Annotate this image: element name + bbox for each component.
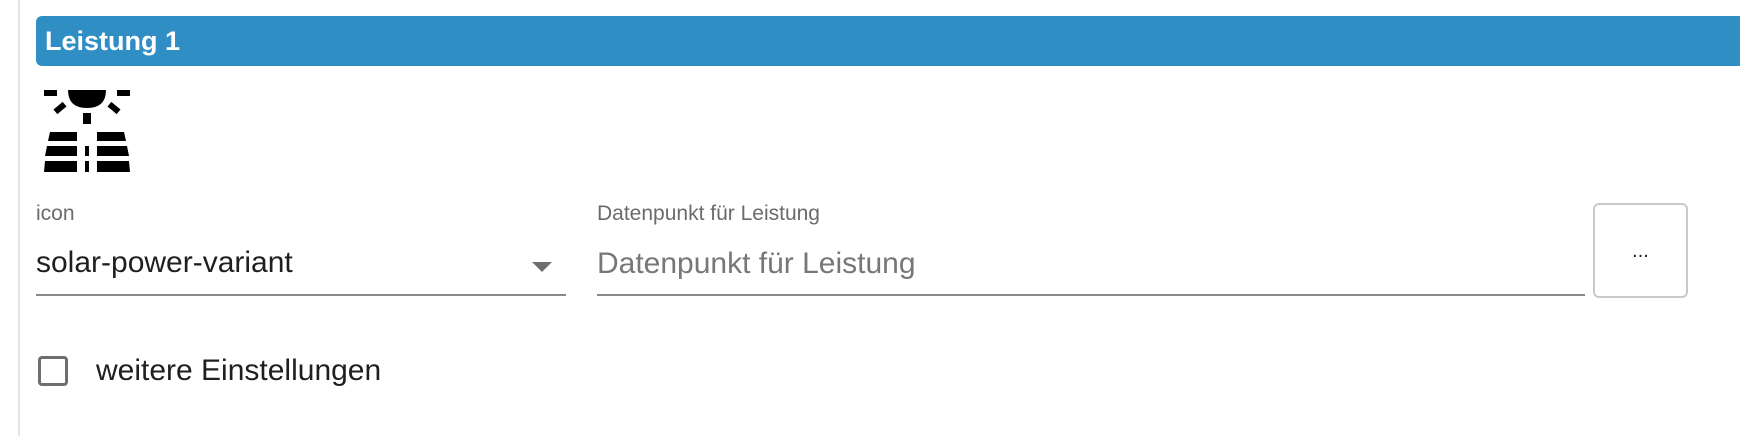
settings-panel: Leistung 1 icon solar-power-variant Date… [0,0,1740,436]
datapoint-field-label: Datenpunkt für Leistung [597,202,820,225]
icon-select-value: solar-power-variant [36,246,293,279]
icon-select[interactable]: solar-power-variant [36,240,566,296]
dropdown-arrow-icon[interactable] [532,262,552,272]
solar-power-variant-icon [44,90,130,176]
more-settings-label[interactable]: weitere Einstellungen [96,354,381,388]
datapoint-input[interactable] [597,240,1585,296]
more-settings-checkbox-row[interactable]: weitere Einstellungen [38,353,381,389]
left-border [18,0,20,436]
icon-field-label: icon [36,202,75,225]
more-settings-checkbox[interactable] [38,356,68,386]
browse-datapoint-button[interactable]: ... [1593,203,1688,298]
section-header: Leistung 1 [36,16,1740,66]
